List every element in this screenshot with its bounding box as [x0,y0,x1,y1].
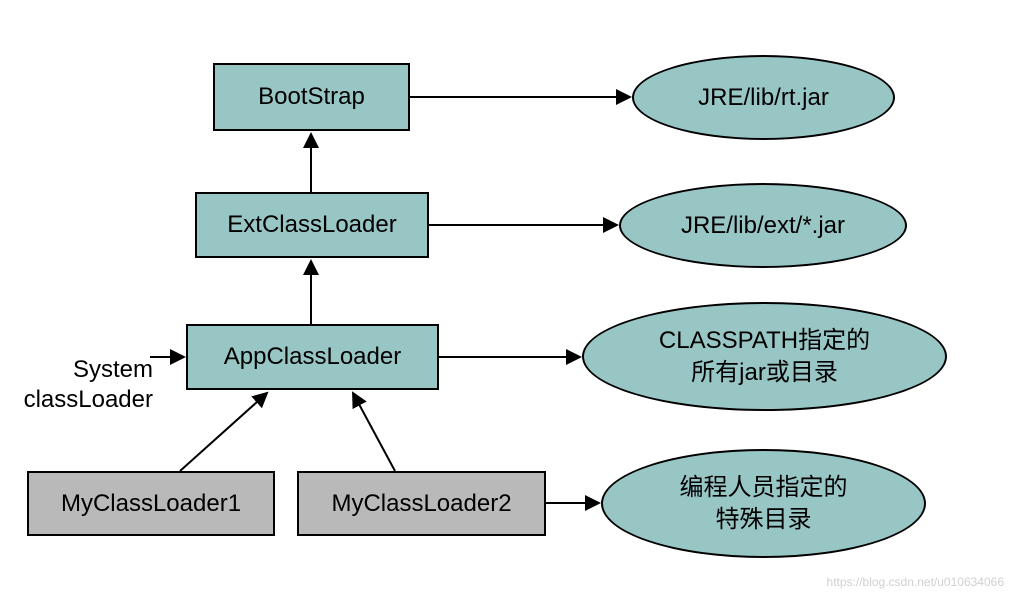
watermark-text: https://blog.csdn.net/u010634066 [827,575,1004,589]
extclassloader-box: ExtClassLoader [195,192,429,258]
rtjar-label: JRE/lib/rt.jar [698,82,829,113]
system-classloader-label: System classLoader [3,325,153,415]
watermark: https://blog.csdn.net/u010634066 [827,575,1004,589]
appclassloader-label: AppClassLoader [224,342,401,372]
extjar-label: JRE/lib/ext/*.jar [681,210,845,241]
custompaths-label: 编程人员指定的 特殊目录 [680,472,848,534]
system-classloader-text: System classLoader [24,356,153,413]
rtjar-ellipse: JRE/lib/rt.jar [632,55,895,140]
myclassloader1-box: MyClassLoader1 [27,471,275,536]
extjar-ellipse: JRE/lib/ext/*.jar [619,183,907,268]
arrow-my2-to-app [353,393,395,471]
custompaths-ellipse: 编程人员指定的 特殊目录 [601,449,926,558]
bootstrap-box: BootStrap [213,63,410,131]
myclassloader2-box: MyClassLoader2 [297,471,546,536]
myclassloader1-label: MyClassLoader1 [61,489,241,519]
bootstrap-label: BootStrap [258,82,365,112]
extclassloader-label: ExtClassLoader [227,210,396,240]
classpath-ellipse: CLASSPATH指定的 所有jar或目录 [582,302,947,411]
appclassloader-box: AppClassLoader [186,324,439,390]
classpath-label: CLASSPATH指定的 所有jar或目录 [659,325,870,387]
myclassloader2-label: MyClassLoader2 [331,489,511,519]
arrow-my1-to-app [180,393,267,471]
